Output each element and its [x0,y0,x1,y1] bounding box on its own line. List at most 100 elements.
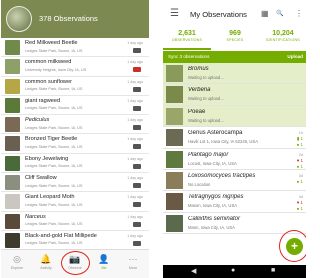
observation-time: 1 day ago [127,98,143,103]
observation-name: Verbena [188,87,211,94]
observation-name: giant ragweed [25,97,61,104]
globe-icon: ◎ [13,254,21,264]
observation-thumbnail [5,97,20,113]
grid-view-icon[interactable]: ▦ [261,9,269,18]
list-item[interactable]: Red Milkweed Beetle Ledges State Park, Bo… [1,38,149,58]
list-item[interactable]: Plantago major Locust, Iowa City, IA, USA… [163,149,306,170]
list-item[interactable]: Narceus Ledges State Park, Boone, IA, US 1… [1,211,149,231]
observation-thumbnail [5,232,20,248]
observation-thumbnail [5,117,20,133]
ios-header: 378 Observations [1,0,149,38]
observation-thumbnail [5,59,20,75]
list-item[interactable]: Callixthis seminator Mann, Iowa City, IA,… [163,213,306,235]
status-badge [133,221,141,227]
status-badge [133,67,141,73]
list-item[interactable]: Tetragnygos nigripes Mason, Iowa City, IA… [163,191,306,213]
observation-name: Red Milkweed Beetle [25,40,78,46]
status-badge [133,240,141,246]
stat-identifications[interactable]: 10,204 IDENTIFICATIONS [259,30,306,42]
observation-location: Ledges State Park, Boone, IA, US [25,222,83,227]
tab-label: Me [101,266,107,270]
observation-name: Plantago major [188,151,229,158]
observation-thumbnail [5,78,20,94]
list-item[interactable]: Bromus Waiting to upload… [163,63,306,85]
observation-name: Bromus [188,66,209,72]
observation-thumbnail [166,129,183,147]
observation-list: Bromus Waiting to upload… Verbena Waiting t… [163,63,306,235]
tab-label: More [128,266,138,270]
observation-thumbnail [5,194,20,210]
stat-number: 969 [229,30,241,37]
observation-time: 1 day ago [127,137,143,142]
list-item[interactable]: Black-and-gold Flat Millipede Ledges Stat… [1,230,149,251]
observation-time: 1 day ago [127,176,143,181]
observation-name: common milkweed [25,59,72,66]
observation-meta: 1h ▮ 1 ● 1 [297,130,303,148]
tab-explore[interactable]: ◎ Explore [3,253,31,270]
observation-name: common sunflower [25,78,72,85]
observation-meta: 2d ♥ 1 ● 1 [297,152,303,170]
hamburger-menu-icon[interactable]: ☰ [170,8,179,19]
list-item[interactable]: Loxosomocyces fractipes No Location 3d ● 1 [163,170,306,192]
list-item[interactable]: common sunflower Ledges State Park, Boone… [1,76,149,96]
observation-location: Ledges State Park, Boone, IA, US [25,125,83,130]
observation-thumbnail [166,171,183,189]
search-icon[interactable]: 🔍 [276,10,283,17]
observation-subtitle: Locust, Iowa City, IA, USA [188,160,237,166]
observation-time: 1 day ago [127,41,143,45]
stat-label: SPECIES [226,38,244,42]
identification-count: ● 1 [296,178,303,184]
tab-activity[interactable]: 🔔 Activity [32,253,60,270]
bell-icon: 🔔 [40,254,52,264]
status-badge [133,48,141,53]
stat-observations[interactable]: 2,631 OBSERVATIONS [163,30,211,42]
list-item[interactable]: common milkweed University Heights, Iowa … [1,57,149,77]
list-item[interactable]: Bronzed Tiger Beetle Ledges State Park, B… [1,134,149,154]
list-item[interactable]: Giant Leopard Moth Ledges State Park, Boo… [1,192,149,212]
identification-count: ● 1 [296,206,303,212]
observation-location: Ledges State Park, Boone, IA, US [25,202,83,207]
observation-thumbnail [166,193,183,211]
back-icon[interactable]: ◀ [191,267,196,275]
observation-time: 1 day ago [127,233,143,238]
list-item[interactable]: giant ragweed Ledges State Park, Boone, I… [1,95,149,116]
stat-label: IDENTIFICATIONS [266,38,300,42]
observation-time: 1 day ago [127,118,143,123]
recent-apps-icon[interactable]: ■ [271,267,275,274]
avatar[interactable] [6,6,32,32]
list-item[interactable]: Poeae Waiting to upload… [163,105,306,128]
list-item[interactable]: Verbena Waiting to upload… [163,84,306,106]
observation-name: Cliff Swallow [25,175,57,182]
observation-location: University Heights, Iowa City, IA, US [25,67,87,72]
overflow-menu-icon[interactable]: ⋮ [295,9,303,18]
observation-location: Ledges State Park, Boone, IA, US [25,48,83,53]
sync-banner[interactable]: Sync 3 observations Upload [163,51,306,63]
observation-thumbnail [5,213,20,229]
status-badge [133,144,141,150]
list-item[interactable]: Ebony Jewelwing Ledges State Park, Boone,… [1,153,149,174]
observation-thumbnail [166,107,183,125]
list-item[interactable]: Cliff Swallow Ledges State Park, Boone, I… [1,173,149,193]
tab-me[interactable]: 👤 Me [90,253,118,270]
tab-more[interactable]: ⋯ More [119,253,147,270]
observation-name: Callixthis seminator [188,215,241,222]
upload-button[interactable]: Upload [287,54,303,59]
highlight-circle-fab [279,230,306,262]
stat-number: 10,204 [272,30,294,37]
sync-status: Sync 3 observations [168,54,210,59]
observation-thumbnail [5,40,20,55]
observation-list: Red Milkweed Beetle Ledges State Park, Bo… [1,38,149,270]
observation-time: 1 day ago [127,195,143,200]
observation-name: Ebony Jewelwing [25,155,69,162]
highlight-circle-observe [61,251,90,275]
status-badge [133,125,141,131]
home-icon[interactable]: ● [231,267,235,274]
observation-name: Poeae [188,108,206,115]
stat-species[interactable]: 969 SPECIES [211,30,259,42]
tab-label: Explore [10,266,24,270]
list-item[interactable]: Genus Asterocampa Havik Lot 1, Iowa City,… [163,127,306,149]
more-icon: ⋯ [128,254,138,264]
observation-location: Ledges State Park, Boone, IA, US [25,183,83,188]
list-item[interactable]: Pediculus Ledges State Park, Boone, IA, U… [1,115,149,135]
observation-meta: 4d ♥ 1 ● 1 [297,194,303,212]
